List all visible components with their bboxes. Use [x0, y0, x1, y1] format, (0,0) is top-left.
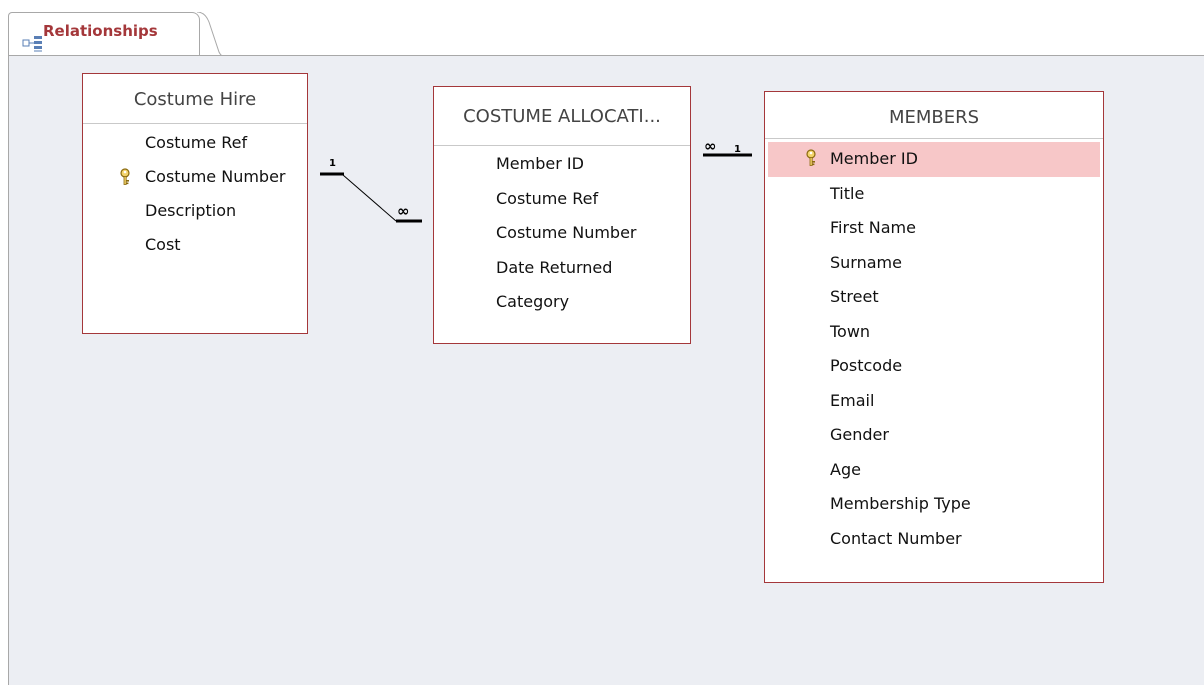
- field-costume-number[interactable]: Costume Number: [83, 162, 307, 196]
- table-costume-allocation[interactable]: COSTUME ALLOCATI... Member ID Costume Re…: [433, 86, 691, 344]
- table-members[interactable]: MEMBERS Member ID Title First Name Surna…: [764, 91, 1104, 583]
- tab-strip: Relationships: [0, 0, 1204, 56]
- field-surname[interactable]: Surname: [768, 246, 1100, 281]
- field-age[interactable]: Age: [768, 453, 1100, 488]
- field-town[interactable]: Town: [768, 315, 1100, 350]
- field-member-id[interactable]: Member ID: [768, 142, 1100, 177]
- tab-label: Relationships: [43, 22, 158, 40]
- field-postcode[interactable]: Postcode: [768, 349, 1100, 384]
- tab-edge: [197, 12, 223, 56]
- table-title[interactable]: MEMBERS: [765, 92, 1103, 139]
- primary-key-icon: [120, 168, 130, 185]
- field-membership-type[interactable]: Membership Type: [768, 487, 1100, 522]
- field-gender[interactable]: Gender: [768, 418, 1100, 453]
- field-cost[interactable]: Cost: [83, 230, 307, 264]
- field-date-returned[interactable]: Date Returned: [434, 250, 690, 285]
- table-title[interactable]: Costume Hire: [83, 74, 307, 124]
- field-costume-number[interactable]: Costume Number: [434, 215, 690, 250]
- table-title[interactable]: COSTUME ALLOCATI...: [434, 87, 690, 146]
- left-margin: [0, 55, 8, 684]
- field-street[interactable]: Street: [768, 280, 1100, 315]
- field-email[interactable]: Email: [768, 384, 1100, 419]
- field-contact-number[interactable]: Contact Number: [768, 522, 1100, 557]
- field-first-name[interactable]: First Name: [768, 211, 1100, 246]
- relationships-icon: [22, 36, 42, 52]
- table-costume-hire[interactable]: Costume Hire Costume Ref Costume Number …: [82, 73, 308, 334]
- field-costume-ref[interactable]: Costume Ref: [434, 181, 690, 216]
- tab-relationships[interactable]: Relationships: [8, 12, 200, 56]
- field-title[interactable]: Title: [768, 177, 1100, 212]
- primary-key-icon: [806, 149, 816, 166]
- field-description[interactable]: Description: [83, 196, 307, 230]
- field-costume-ref[interactable]: Costume Ref: [83, 128, 307, 162]
- field-category[interactable]: Category: [434, 284, 690, 319]
- field-member-id[interactable]: Member ID: [434, 146, 690, 181]
